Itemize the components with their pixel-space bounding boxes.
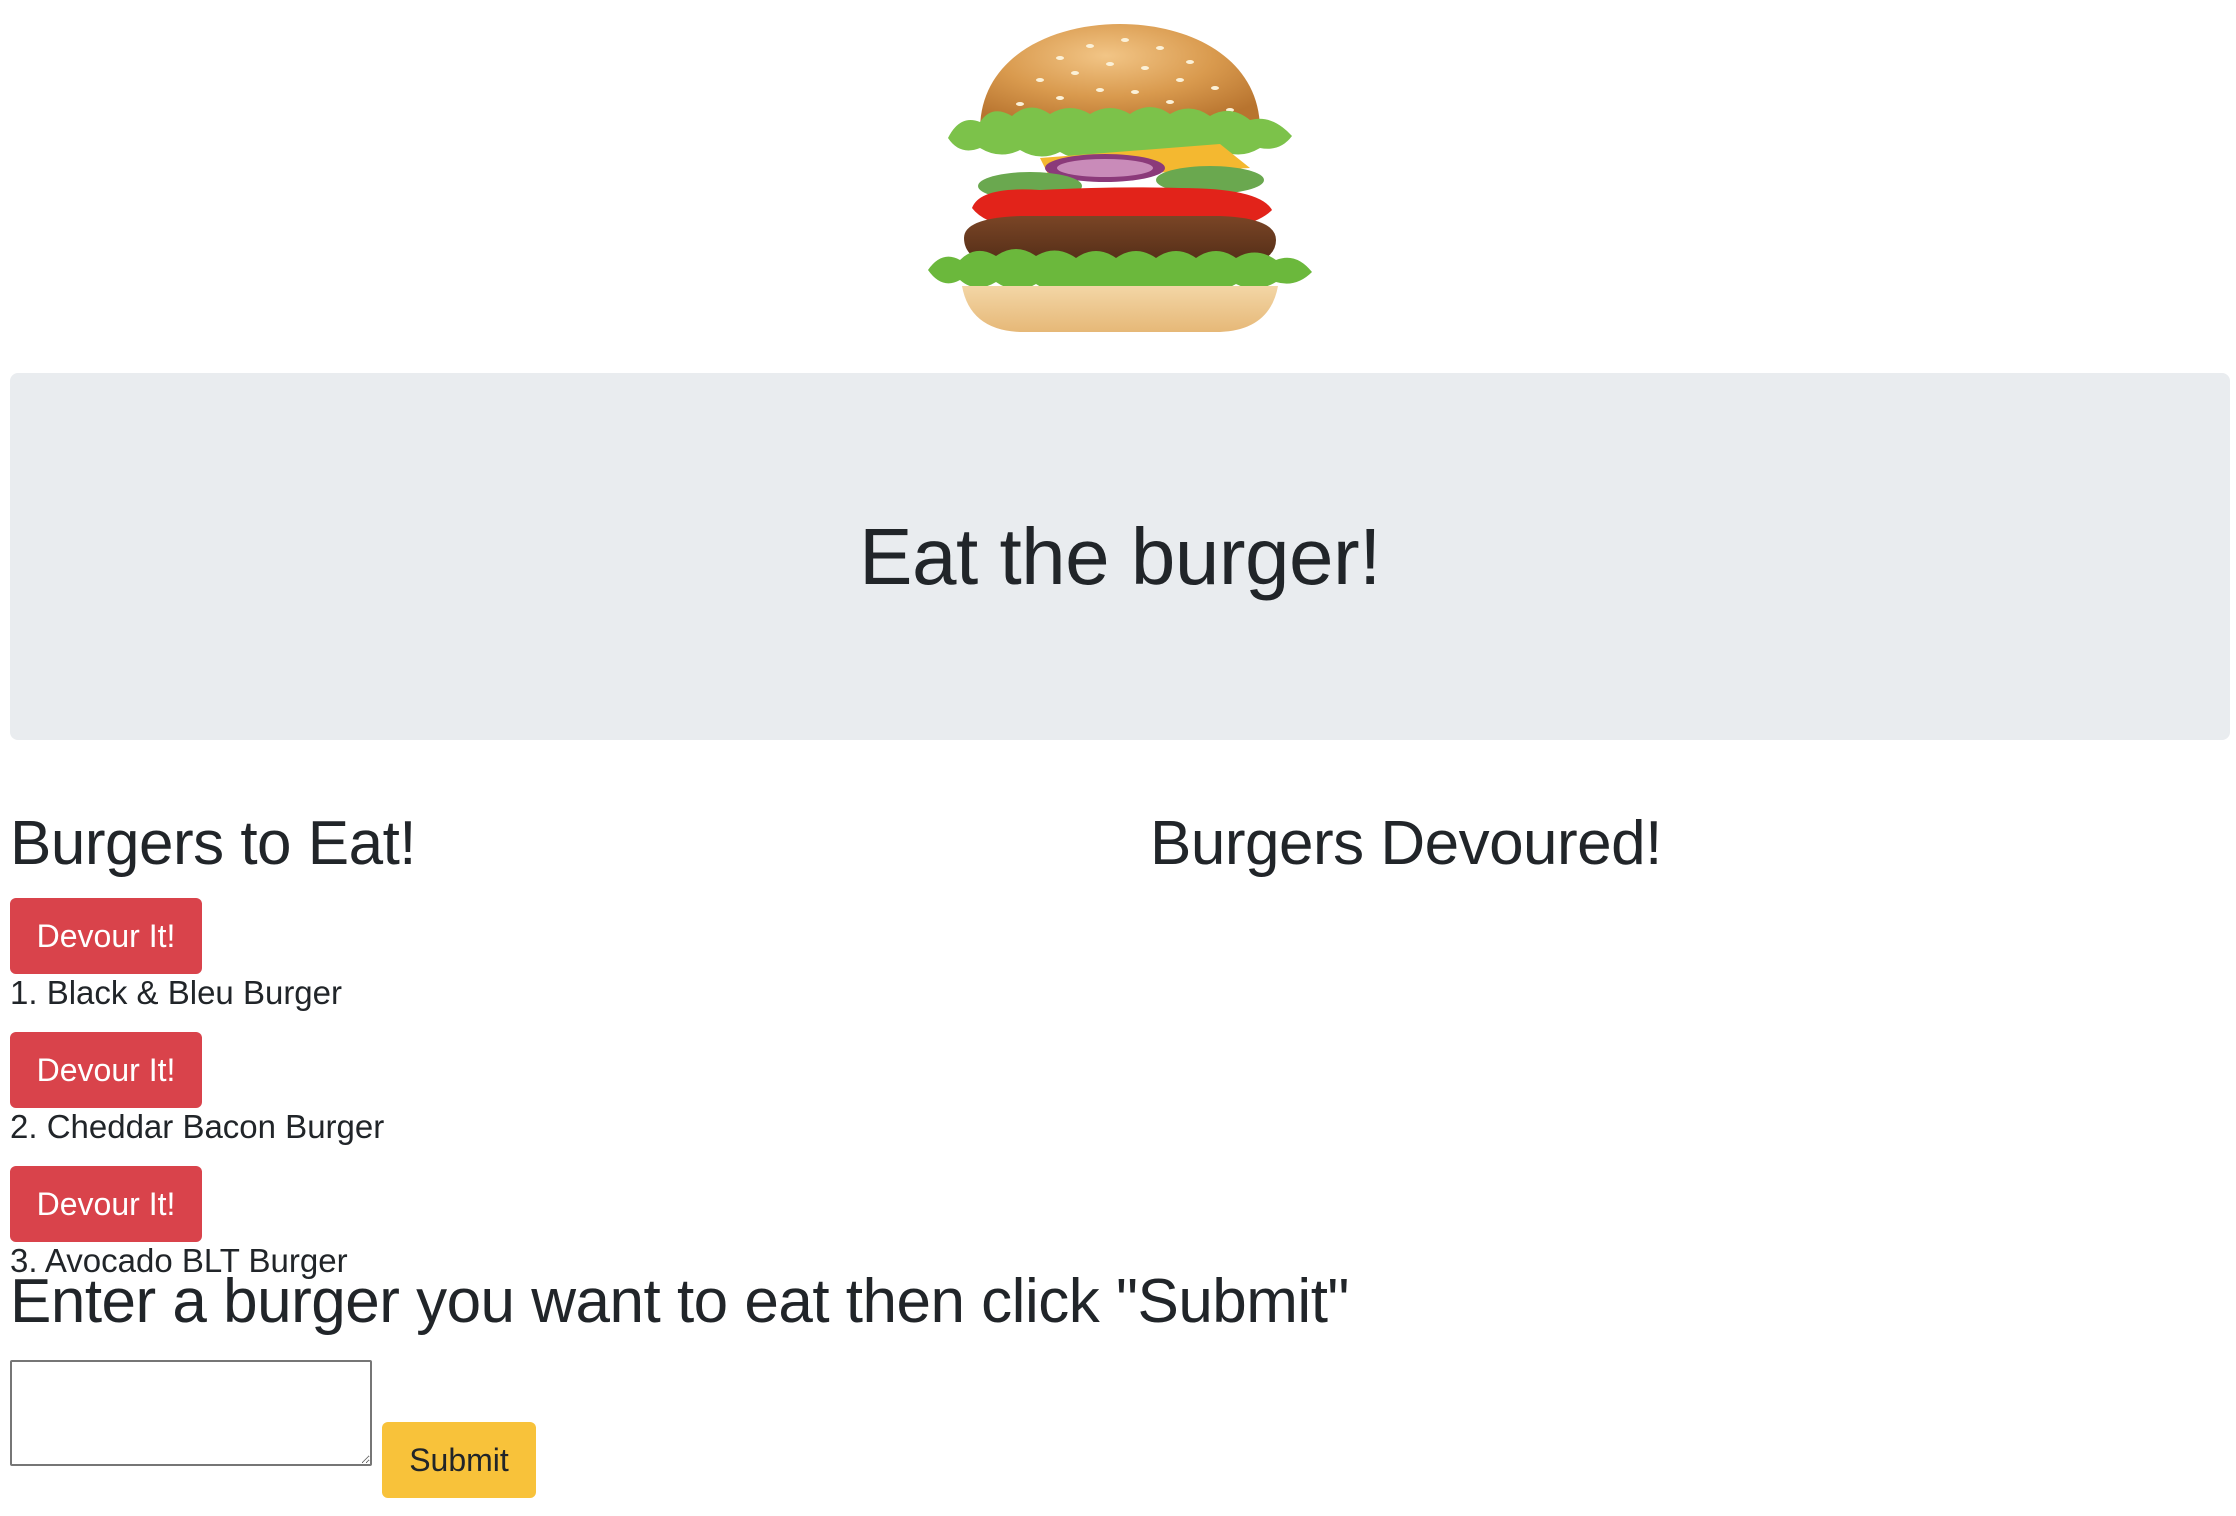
hamburger-icon: [928, 24, 1312, 332]
burgers-devoured-column: Burgers Devoured!: [1150, 800, 2230, 888]
devour-button[interactable]: Devour It!: [10, 1166, 202, 1242]
burger-name-input[interactable]: [10, 1360, 372, 1466]
list-item: Devour It! 1. Black & Bleu Burger: [10, 898, 1110, 1022]
burgers-to-eat-column: Burgers to Eat! Devour It! 1. Black & Bl…: [10, 800, 1110, 1290]
burgers-to-eat-list: Devour It! 1. Black & Bleu Burger Devour…: [10, 898, 1110, 1290]
burger-name: 2. Cheddar Bacon Burger: [10, 1108, 385, 1145]
burgers-devoured-heading: Burgers Devoured!: [1150, 809, 1662, 878]
submit-button[interactable]: Submit: [382, 1422, 536, 1498]
page: Eat the burger! Burgers to Eat! Devour I…: [0, 0, 2236, 1516]
devour-button[interactable]: Devour It!: [10, 1032, 202, 1108]
burger-image: [920, 18, 1320, 336]
page-title: Eat the burger!: [859, 511, 1381, 601]
list-item: Devour It! 2. Cheddar Bacon Burger: [10, 1032, 1110, 1156]
devour-button[interactable]: Devour It!: [10, 898, 202, 974]
form-heading: Enter a burger you want to eat then clic…: [10, 1267, 1349, 1336]
burgers-to-eat-heading: Burgers to Eat!: [10, 809, 417, 878]
burger-name: 1. Black & Bleu Burger: [10, 974, 342, 1011]
jumbotron: Eat the burger!: [10, 373, 2230, 740]
